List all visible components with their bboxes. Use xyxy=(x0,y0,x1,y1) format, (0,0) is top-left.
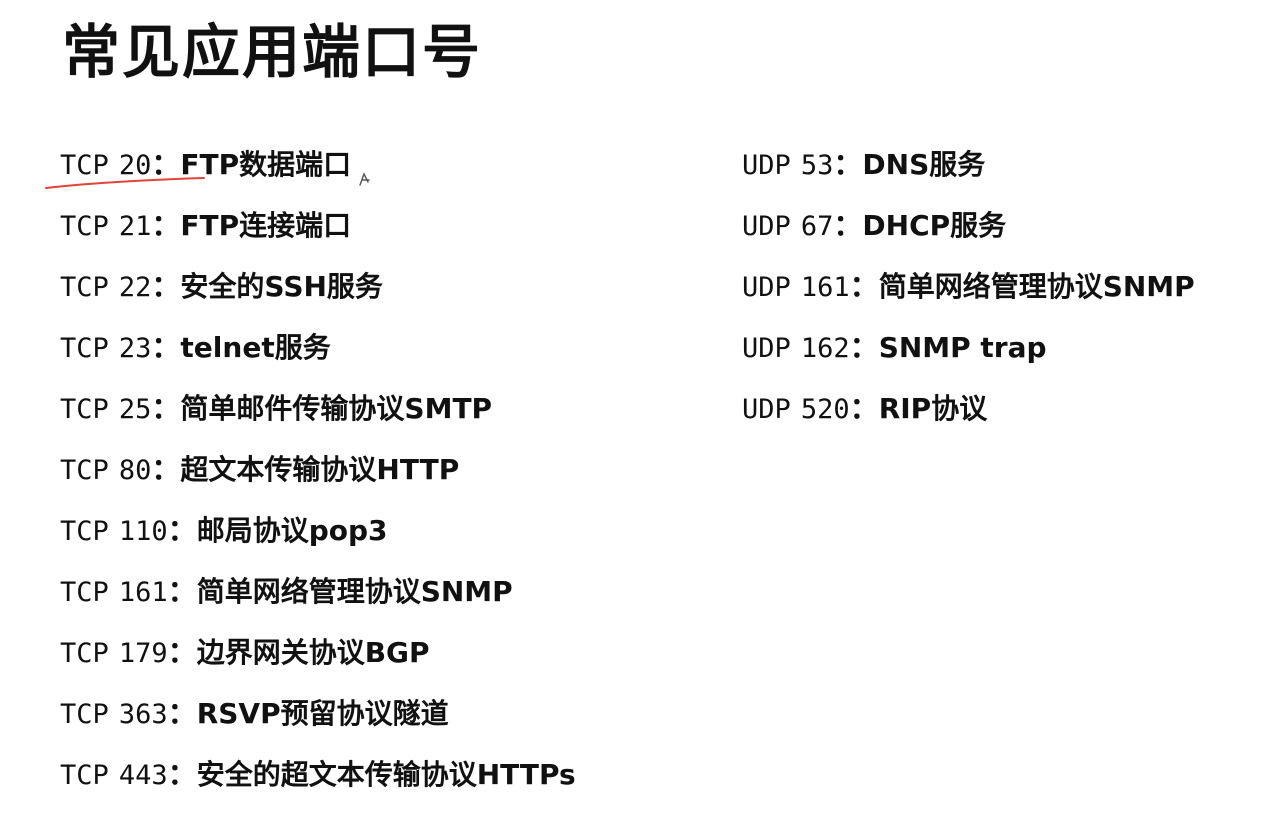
port-description: telnet服务 xyxy=(180,331,331,364)
separator: ： xyxy=(151,391,181,425)
port-number: 80 xyxy=(118,455,152,486)
separator: ： xyxy=(849,269,879,303)
separator: ： xyxy=(151,452,181,486)
port-number: 520 xyxy=(800,394,850,425)
protocol-label: TCP xyxy=(60,760,109,791)
port-number: 21 xyxy=(118,211,152,242)
port-description: RIP协议 xyxy=(878,392,988,425)
port-description: 邮局协议pop3 xyxy=(196,514,388,547)
protocol-label: TCP xyxy=(60,455,109,486)
udp-port-list: UDP 53：DNS服务 UDP 67：DHCP服务 UDP 161：简单网络管… xyxy=(742,140,1262,445)
port-number: 53 xyxy=(800,150,834,181)
slide: 常见应用端口号 TCP 20：FTP数据端口 TCP 21：FTP连接端口 TC… xyxy=(0,0,1284,830)
protocol-label: TCP xyxy=(60,272,109,303)
red-underline-annotation xyxy=(45,177,205,189)
protocol-label: UDP xyxy=(742,211,791,242)
port-description: 超文本传输协议HTTP xyxy=(180,453,460,486)
separator: ： xyxy=(151,208,181,242)
port-number: 25 xyxy=(118,394,152,425)
port-entry: UDP 67：DHCP服务 xyxy=(742,201,1262,262)
port-number: 161 xyxy=(800,272,850,303)
port-entry: TCP 80：超文本传输协议HTTP xyxy=(60,445,700,506)
port-description: SNMP trap xyxy=(878,331,1047,364)
port-entry: TCP 110：邮局协议pop3 xyxy=(60,506,700,567)
port-entry: TCP 21：FTP连接端口 xyxy=(60,201,700,262)
protocol-label: TCP xyxy=(60,577,109,608)
port-description: RSVP预留协议隧道 xyxy=(196,697,449,730)
protocol-label: UDP xyxy=(742,272,791,303)
port-number: 110 xyxy=(118,516,168,547)
separator: ： xyxy=(849,391,879,425)
port-description: DNS服务 xyxy=(862,148,986,181)
port-entry: TCP 161：简单网络管理协议SNMP xyxy=(60,567,700,628)
port-number: 161 xyxy=(118,577,168,608)
port-description: 安全的SSH服务 xyxy=(180,270,383,303)
separator: ： xyxy=(167,574,197,608)
port-entry: TCP 23：telnet服务 xyxy=(60,323,700,384)
port-description: 简单网络管理协议SNMP xyxy=(196,575,513,608)
protocol-label: TCP xyxy=(60,516,109,547)
separator: ： xyxy=(833,208,863,242)
port-description: 简单网络管理协议SNMP xyxy=(878,270,1195,303)
tcp-port-list: TCP 20：FTP数据端口 TCP 21：FTP连接端口 TCP 22：安全的… xyxy=(60,140,700,811)
separator: ： xyxy=(849,330,879,364)
port-description: FTP连接端口 xyxy=(180,209,352,242)
port-description: 简单邮件传输协议SMTP xyxy=(180,392,493,425)
separator: ： xyxy=(833,147,863,181)
port-number: 363 xyxy=(118,699,168,730)
port-entry: TCP 25：简单邮件传输协议SMTP xyxy=(60,384,700,445)
port-number: 179 xyxy=(118,638,168,669)
separator: ： xyxy=(167,635,197,669)
pen-cursor-icon xyxy=(359,172,370,186)
port-entry: TCP 443：安全的超文本传输协议HTTPs xyxy=(60,750,700,811)
slide-title: 常见应用端口号 xyxy=(62,18,483,86)
port-number: 162 xyxy=(800,333,850,364)
port-entry: UDP 161：简单网络管理协议SNMP xyxy=(742,262,1262,323)
port-entry: TCP 179：边界网关协议BGP xyxy=(60,628,700,689)
port-description: DHCP服务 xyxy=(862,209,1007,242)
protocol-label: TCP xyxy=(60,211,109,242)
protocol-label: TCP xyxy=(60,394,109,425)
port-description: 安全的超文本传输协议HTTPs xyxy=(196,758,576,791)
port-entry: UDP 162：SNMP trap xyxy=(742,323,1262,384)
protocol-label: TCP xyxy=(60,638,109,669)
port-entry: TCP 363：RSVP预留协议隧道 xyxy=(60,689,700,750)
separator: ： xyxy=(151,330,181,364)
port-entry: UDP 53：DNS服务 xyxy=(742,140,1262,201)
port-description: 边界网关协议BGP xyxy=(196,636,430,669)
separator: ： xyxy=(167,696,197,730)
port-entry: UDP 520：RIP协议 xyxy=(742,384,1262,445)
separator: ： xyxy=(167,513,197,547)
protocol-label: TCP xyxy=(60,333,109,364)
protocol-label: UDP xyxy=(742,333,791,364)
port-entry: TCP 22：安全的SSH服务 xyxy=(60,262,700,323)
port-number: 67 xyxy=(800,211,834,242)
port-number: 23 xyxy=(118,333,152,364)
port-number: 22 xyxy=(118,272,152,303)
separator: ： xyxy=(167,757,197,791)
protocol-label: UDP xyxy=(742,150,791,181)
protocol-label: UDP xyxy=(742,394,791,425)
protocol-label: TCP xyxy=(60,699,109,730)
port-number: 443 xyxy=(118,760,168,791)
separator: ： xyxy=(151,269,181,303)
